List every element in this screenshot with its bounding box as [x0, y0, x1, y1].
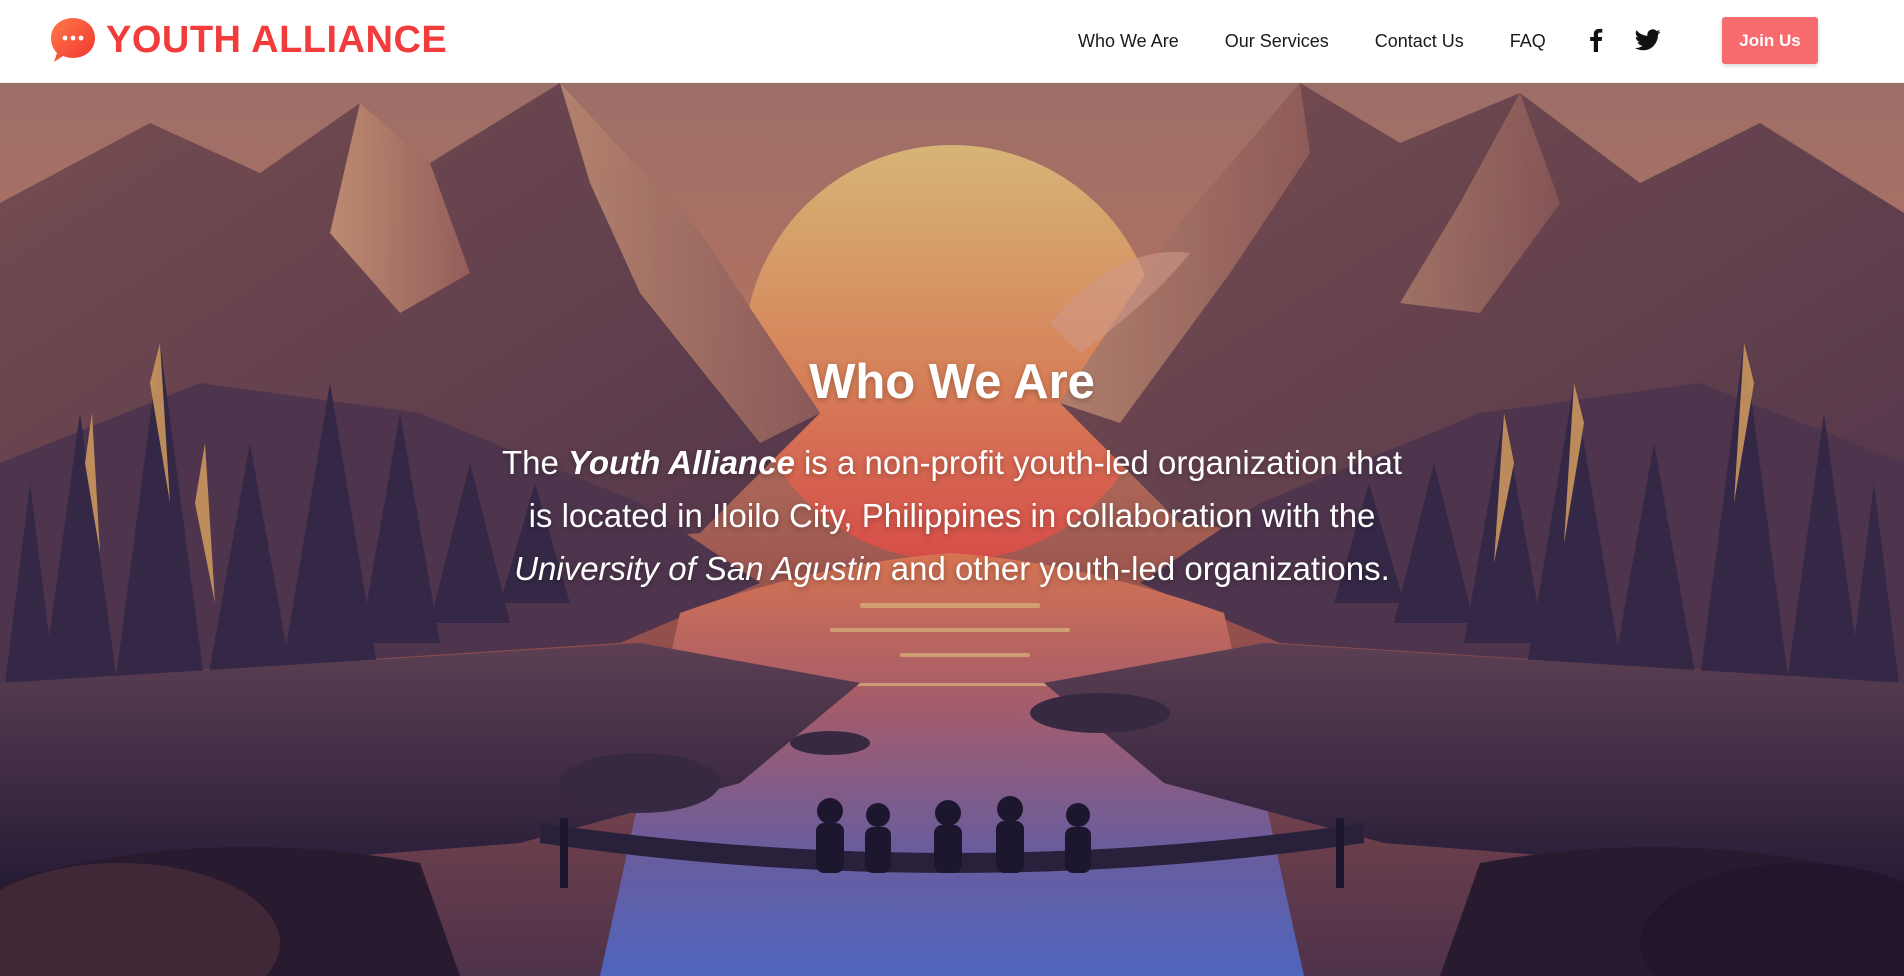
org-name-emphasis: Youth Alliance [568, 443, 795, 481]
twitter-icon [1635, 29, 1661, 51]
brand-logo-link[interactable]: YOUTH ALLIANCE [48, 14, 447, 66]
hero-text-part-1: The [502, 443, 569, 481]
hero-text-part-3: and other youth-led organizations. [881, 549, 1390, 587]
hero-title: Who We Are [809, 355, 1095, 409]
facebook-link[interactable] [1582, 26, 1610, 54]
nav-our-services[interactable]: Our Services [1225, 31, 1329, 52]
brand-name: YOUTH ALLIANCE [106, 19, 448, 61]
join-us-button[interactable]: Join Us [1722, 17, 1818, 64]
main-nav: Who We Are Our Services Contact Us FAQ [1078, 0, 1546, 83]
university-name-emphasis: University of San Agustin [514, 549, 882, 587]
social-links [1582, 26, 1662, 54]
hero-content: Who We Are The Youth Alliance is a non-p… [452, 353, 1452, 595]
hero-description: The Youth Alliance is a non-profit youth… [492, 436, 1412, 595]
hero-section: Who We Are The Youth Alliance is a non-p… [0, 83, 1904, 976]
facebook-icon [1590, 28, 1603, 52]
nav-contact-us[interactable]: Contact Us [1375, 31, 1464, 52]
nav-faq[interactable]: FAQ [1510, 31, 1546, 52]
chat-bubble-icon [51, 18, 95, 62]
twitter-link[interactable] [1634, 26, 1662, 54]
nav-who-we-are[interactable]: Who We Are [1078, 31, 1179, 52]
top-navbar: YOUTH ALLIANCE Who We Are Our Services C… [0, 0, 1904, 83]
